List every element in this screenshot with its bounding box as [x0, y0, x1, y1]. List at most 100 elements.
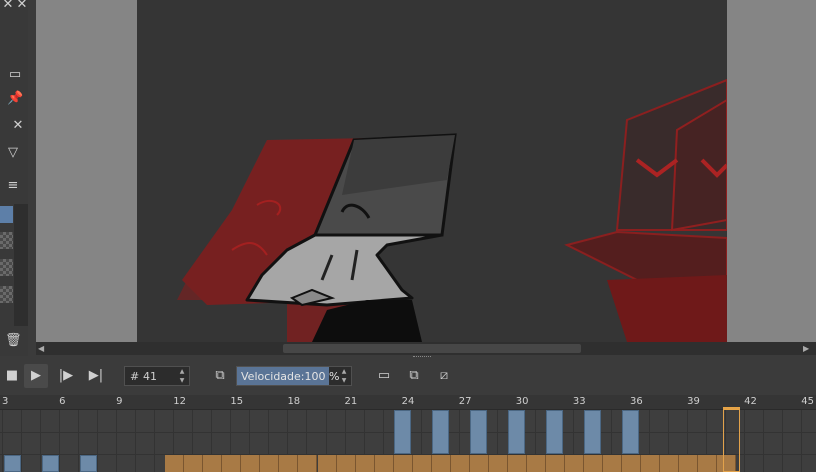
onion-cell[interactable]: [660, 455, 679, 472]
close-icon[interactable]: ✕: [10, 118, 26, 134]
ruler-tick-label: 15: [230, 396, 244, 407]
scroll-left-icon[interactable]: ◀: [38, 344, 44, 353]
keyframe-cell[interactable]: [546, 410, 563, 454]
onion-cell[interactable]: [318, 455, 337, 472]
play-icon[interactable]: ▶: [24, 364, 48, 388]
keyframe-cell[interactable]: [470, 410, 487, 454]
onion-cell[interactable]: [451, 455, 470, 472]
onion-cell[interactable]: [565, 455, 584, 472]
ruler-tick-label: 18: [287, 396, 301, 407]
onion-cell[interactable]: [241, 455, 260, 472]
layer-thumbnails: [0, 204, 14, 324]
onion-cell[interactable]: [394, 455, 413, 472]
keyframe-cell[interactable]: [584, 410, 601, 454]
onion-cell[interactable]: [356, 455, 375, 472]
keyframe-cell[interactable]: [4, 455, 21, 472]
speed-slider[interactable]: Velocidade:100 % ▲ ▼: [236, 366, 352, 386]
drawing-canvas[interactable]: [137, 0, 727, 342]
speed-text: Velocidade:100 %: [241, 370, 339, 383]
ruler-tick-label: 12: [173, 396, 186, 407]
no-crop-icon[interactable]: ⧄: [432, 364, 456, 388]
onion-cell[interactable]: [432, 455, 451, 472]
frame-number-field[interactable]: # 41 ▲ ▼: [124, 366, 190, 386]
onion-cell[interactable]: [622, 455, 641, 472]
pin-icon[interactable]: 📌: [7, 91, 23, 107]
ruler-tick-label: 45: [801, 396, 814, 407]
frame-gridline: [801, 410, 802, 472]
onion-cell[interactable]: [679, 455, 698, 472]
spin-down-icon[interactable]: ▼: [339, 377, 349, 385]
ruler-tick-label: 42: [744, 396, 757, 407]
filter-icon[interactable]: ▽: [5, 145, 21, 161]
spin-up-icon[interactable]: ▲: [177, 368, 187, 376]
onion-cell[interactable]: [298, 455, 317, 472]
frame-box-icon[interactable]: ▭: [372, 364, 396, 388]
ruler-tick-label: 27: [458, 396, 472, 407]
onion-cell[interactable]: [260, 455, 279, 472]
frame-gridline: [154, 410, 155, 472]
keyframe-cell[interactable]: [508, 410, 525, 454]
layer-thumb[interactable]: [0, 259, 13, 276]
layer-thumb[interactable]: [0, 206, 13, 223]
frame-gridline: [782, 410, 783, 472]
frame-gridline: [97, 410, 98, 472]
onion-cell[interactable]: [165, 455, 184, 472]
onion-cell[interactable]: [641, 455, 660, 472]
onion-cell[interactable]: [470, 455, 489, 472]
onion-cell[interactable]: [337, 455, 356, 472]
close-icon[interactable]: ✕: [14, 0, 30, 13]
artwork: [177, 78, 727, 342]
spin-up-icon[interactable]: ▲: [339, 368, 349, 376]
monitor-icon[interactable]: ▭: [7, 67, 23, 83]
keyframe-cell[interactable]: [394, 410, 411, 454]
onion-skin-icon[interactable]: ⧉: [402, 364, 426, 388]
onion-cell[interactable]: [603, 455, 622, 472]
next-frame-icon[interactable]: |▶: [54, 364, 78, 388]
ruler-tick-label: 6: [59, 396, 66, 407]
onion-cell[interactable]: [222, 455, 241, 472]
onion-cell[interactable]: [508, 455, 527, 472]
frame-number-value: 41: [143, 370, 157, 383]
layer-thumb[interactable]: [0, 286, 13, 303]
ruler-tick-label: 39: [687, 396, 700, 407]
frame-gridline: [59, 410, 60, 472]
frame-gridline: [763, 410, 764, 472]
last-frame-icon[interactable]: ▶|: [84, 364, 108, 388]
keyframe-cell[interactable]: [622, 410, 639, 454]
trash-icon[interactable]: 🗑: [5, 333, 22, 349]
keyframe-cell[interactable]: [80, 455, 97, 472]
frame-gridline: [78, 410, 79, 472]
ruler-tick-label: 9: [116, 396, 123, 407]
ruler-tick-label: 24: [401, 396, 415, 407]
frame-gridline: [2, 410, 3, 472]
onion-cell[interactable]: [279, 455, 298, 472]
speed-label: Velocidade:: [241, 370, 305, 383]
onion-cell[interactable]: [413, 455, 432, 472]
menu-icon[interactable]: ≡: [5, 178, 21, 194]
scrollbar-thumb[interactable]: [283, 344, 581, 353]
layer-thumb[interactable]: [0, 232, 13, 249]
ruler-tick-label: 21: [344, 396, 358, 407]
ruler-tick-label: 3: [2, 396, 9, 407]
frame-gridline: [135, 410, 136, 472]
onion-cell[interactable]: [527, 455, 546, 472]
onion-cell[interactable]: [184, 455, 203, 472]
scroll-right-icon[interactable]: ▶: [803, 344, 809, 353]
playhead[interactable]: [723, 408, 740, 472]
keyframe-cell[interactable]: [42, 455, 59, 472]
stop-icon[interactable]: ■: [0, 364, 24, 388]
ruler-tick-label: 30: [515, 396, 529, 407]
onion-cell[interactable]: [375, 455, 394, 472]
spin-down-icon[interactable]: ▼: [177, 377, 187, 385]
onion-cell[interactable]: [584, 455, 603, 472]
onion-cell[interactable]: [203, 455, 222, 472]
onion-cell[interactable]: [546, 455, 565, 472]
onion-cell[interactable]: [489, 455, 508, 472]
frame-gridline: [40, 410, 41, 472]
layer-scrollbar[interactable]: [14, 204, 28, 326]
frame-gridline: [744, 410, 745, 472]
keyframe-cell[interactable]: [432, 410, 449, 454]
loop-icon[interactable]: ⧉: [208, 364, 232, 388]
onion-cell[interactable]: [698, 455, 717, 472]
frame-gridline: [21, 410, 22, 472]
